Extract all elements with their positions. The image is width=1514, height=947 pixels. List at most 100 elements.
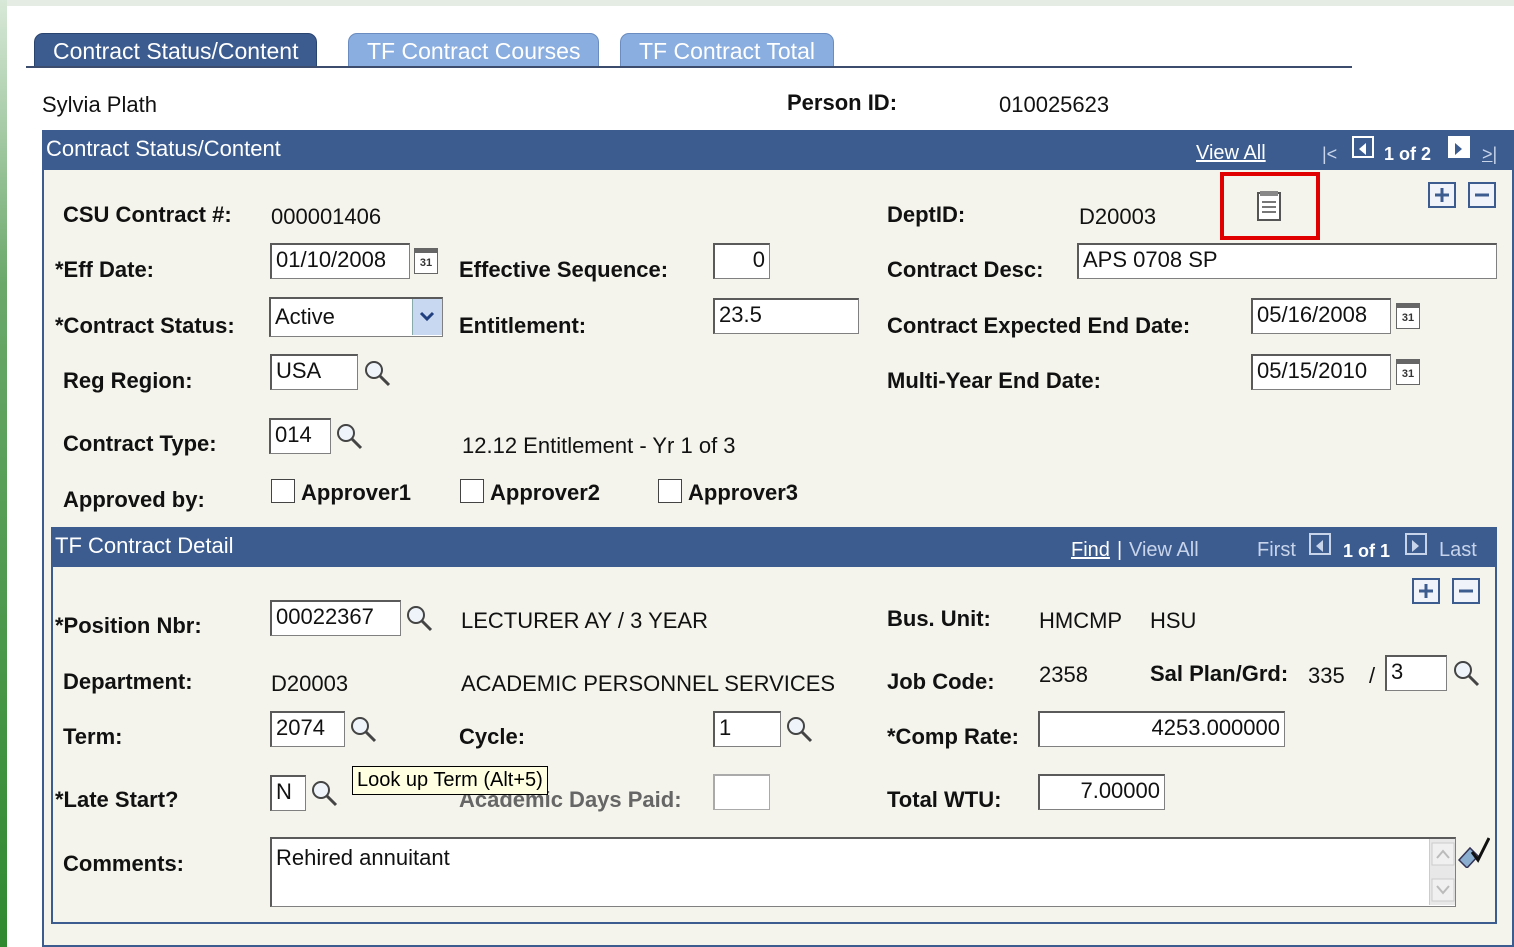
approver3-checkbox[interactable]	[658, 479, 682, 503]
detail-next-icon[interactable]	[1405, 533, 1427, 555]
approver1-label: Approver1	[301, 480, 412, 505]
search-icon[interactable]	[309, 778, 339, 808]
approver2-label: Approver2	[490, 480, 601, 505]
search-icon[interactable]	[362, 358, 392, 388]
total-wtu-label: Total WTU:	[887, 787, 1002, 812]
bus-unit-desc: HSU	[1150, 608, 1197, 633]
approver1-checkbox[interactable]	[271, 479, 295, 503]
comments-textarea[interactable]: Rehired annuitant	[270, 837, 1456, 907]
contract-type-label: Contract Type:	[63, 431, 217, 456]
detail-last[interactable]: Last	[1439, 539, 1477, 562]
approver2-checkbox[interactable]	[460, 479, 484, 503]
previous-row-icon[interactable]	[1352, 136, 1374, 158]
contract-desc-input[interactable]: APS 0708 SP	[1077, 243, 1497, 279]
tab-tf-contract-courses[interactable]: TF Contract Courses	[348, 33, 600, 67]
contract-panel-nav: View All	[1196, 142, 1266, 165]
term-label: Term:	[63, 724, 123, 749]
search-icon[interactable]	[784, 714, 814, 744]
reg-region-label: Reg Region:	[63, 368, 193, 393]
lookup-tooltip: Look up Term (Alt+5)	[352, 766, 548, 795]
search-icon[interactable]	[334, 421, 364, 451]
approved-by-label: Approved by:	[63, 487, 205, 512]
tab-label: TF Contract Total	[639, 38, 815, 64]
detail-view-all[interactable]: View All	[1129, 539, 1199, 562]
tab-contract-status[interactable]: Contract Status/Content	[34, 33, 318, 67]
total-wtu-input[interactable]: 7.00000	[1038, 774, 1165, 810]
comments-label: Comments:	[63, 851, 185, 876]
last-row-icon[interactable]: >|	[1482, 144, 1497, 165]
approver3-label: Approver3	[688, 480, 799, 505]
person-id-value: 010025623	[999, 92, 1110, 117]
eff-seq-input[interactable]: 0	[713, 243, 770, 279]
detail-panel-title: TF Contract Detail	[55, 533, 234, 558]
csu-contract-value: 000001406	[271, 204, 382, 229]
days-paid-input[interactable]	[713, 774, 770, 810]
position-nbr-input[interactable]: 00022367	[270, 600, 401, 636]
late-start-label: *Late Start?	[55, 787, 179, 812]
delete-row-button[interactable]	[1468, 182, 1496, 208]
entitlement-label: Entitlement:	[459, 313, 587, 338]
expected-end-calendar-icon[interactable]: 31	[1396, 303, 1420, 329]
csu-contract-label: CSU Contract #:	[63, 202, 232, 227]
eff-date-input[interactable]: 01/10/2008	[270, 243, 410, 279]
detail-previous-icon[interactable]	[1309, 533, 1331, 555]
chevron-down-icon[interactable]	[412, 299, 442, 335]
person-name: Sylvia Plath	[42, 92, 157, 117]
detail-delete-row-button[interactable]	[1452, 578, 1480, 604]
deptid-value: D20003	[1079, 204, 1157, 229]
minus-icon	[1475, 193, 1489, 197]
contract-desc-label: Contract Desc:	[887, 257, 1044, 282]
tab-underline	[26, 66, 1352, 68]
window-left-edge	[0, 0, 7, 947]
contract-panel-title: Contract Status/Content	[46, 136, 281, 161]
reg-region-input[interactable]: USA	[270, 354, 358, 390]
detail-row-count: 1 of 1	[1343, 541, 1391, 561]
multi-year-input[interactable]: 05/15/2010	[1251, 354, 1391, 390]
sal-grade-input[interactable]: 3	[1385, 655, 1447, 691]
contract-panel-header: Contract Status/Content View All |< 1 of…	[42, 130, 1514, 170]
sal-plan-label: Sal Plan/Grd:	[1150, 661, 1289, 686]
search-icon[interactable]	[348, 714, 378, 744]
detail-panel-header: TF Contract Detail Find | View All First…	[51, 527, 1497, 567]
comp-rate-label: *Comp Rate:	[887, 724, 1020, 749]
person-id-label: Person ID:	[787, 90, 898, 115]
find-link[interactable]: Find	[1071, 539, 1110, 561]
detail-first[interactable]: First	[1257, 539, 1296, 562]
tab-tf-contract-total[interactable]: TF Contract Total	[620, 33, 834, 67]
nav-separator: |	[1117, 539, 1123, 561]
bus-unit-value: HMCMP	[1039, 608, 1123, 633]
bus-unit-label: Bus. Unit:	[887, 606, 991, 631]
window-top-edge	[0, 0, 1514, 6]
comments-scrollbar[interactable]	[1429, 839, 1455, 905]
department-desc: ACADEMIC PERSONNEL SERVICES	[461, 671, 836, 696]
search-icon[interactable]	[1451, 658, 1481, 688]
plus-icon	[1419, 584, 1433, 598]
cycle-input[interactable]: 1	[713, 711, 781, 747]
job-code-value: 2358	[1039, 662, 1088, 687]
multi-year-calendar-icon[interactable]: 31	[1396, 359, 1420, 385]
contract-status-select[interactable]: Active	[269, 297, 443, 337]
sal-plan-value: 335	[1308, 663, 1345, 688]
next-row-icon[interactable]	[1448, 136, 1470, 158]
spell-check-icon[interactable]	[1456, 834, 1491, 870]
comp-rate-input[interactable]: 4253.000000	[1038, 711, 1285, 747]
department-value: D20003	[271, 671, 349, 696]
detail-add-row-button[interactable]	[1412, 578, 1440, 604]
multi-year-label: Multi-Year End Date:	[887, 368, 1101, 393]
expected-end-input[interactable]: 05/16/2008	[1251, 298, 1391, 334]
plus-icon	[1435, 188, 1449, 202]
notepad-icon[interactable]	[1256, 190, 1282, 222]
department-label: Department:	[63, 669, 193, 694]
view-all-link[interactable]: View All	[1196, 142, 1266, 164]
position-nbr-label: *Position Nbr:	[55, 613, 202, 638]
first-row-icon[interactable]: |<	[1322, 144, 1337, 165]
search-icon[interactable]	[404, 603, 434, 633]
term-input[interactable]: 2074	[270, 711, 345, 747]
contract-type-input[interactable]: 014	[269, 418, 331, 454]
late-start-input[interactable]: N	[270, 775, 306, 811]
eff-date-calendar-icon[interactable]: 31	[414, 248, 438, 274]
comments-text: Rehired annuitant	[276, 845, 450, 870]
eff-date-label: *Eff Date:	[55, 257, 155, 282]
entitlement-input[interactable]: 23.5	[713, 298, 859, 334]
add-row-button[interactable]	[1428, 182, 1456, 208]
